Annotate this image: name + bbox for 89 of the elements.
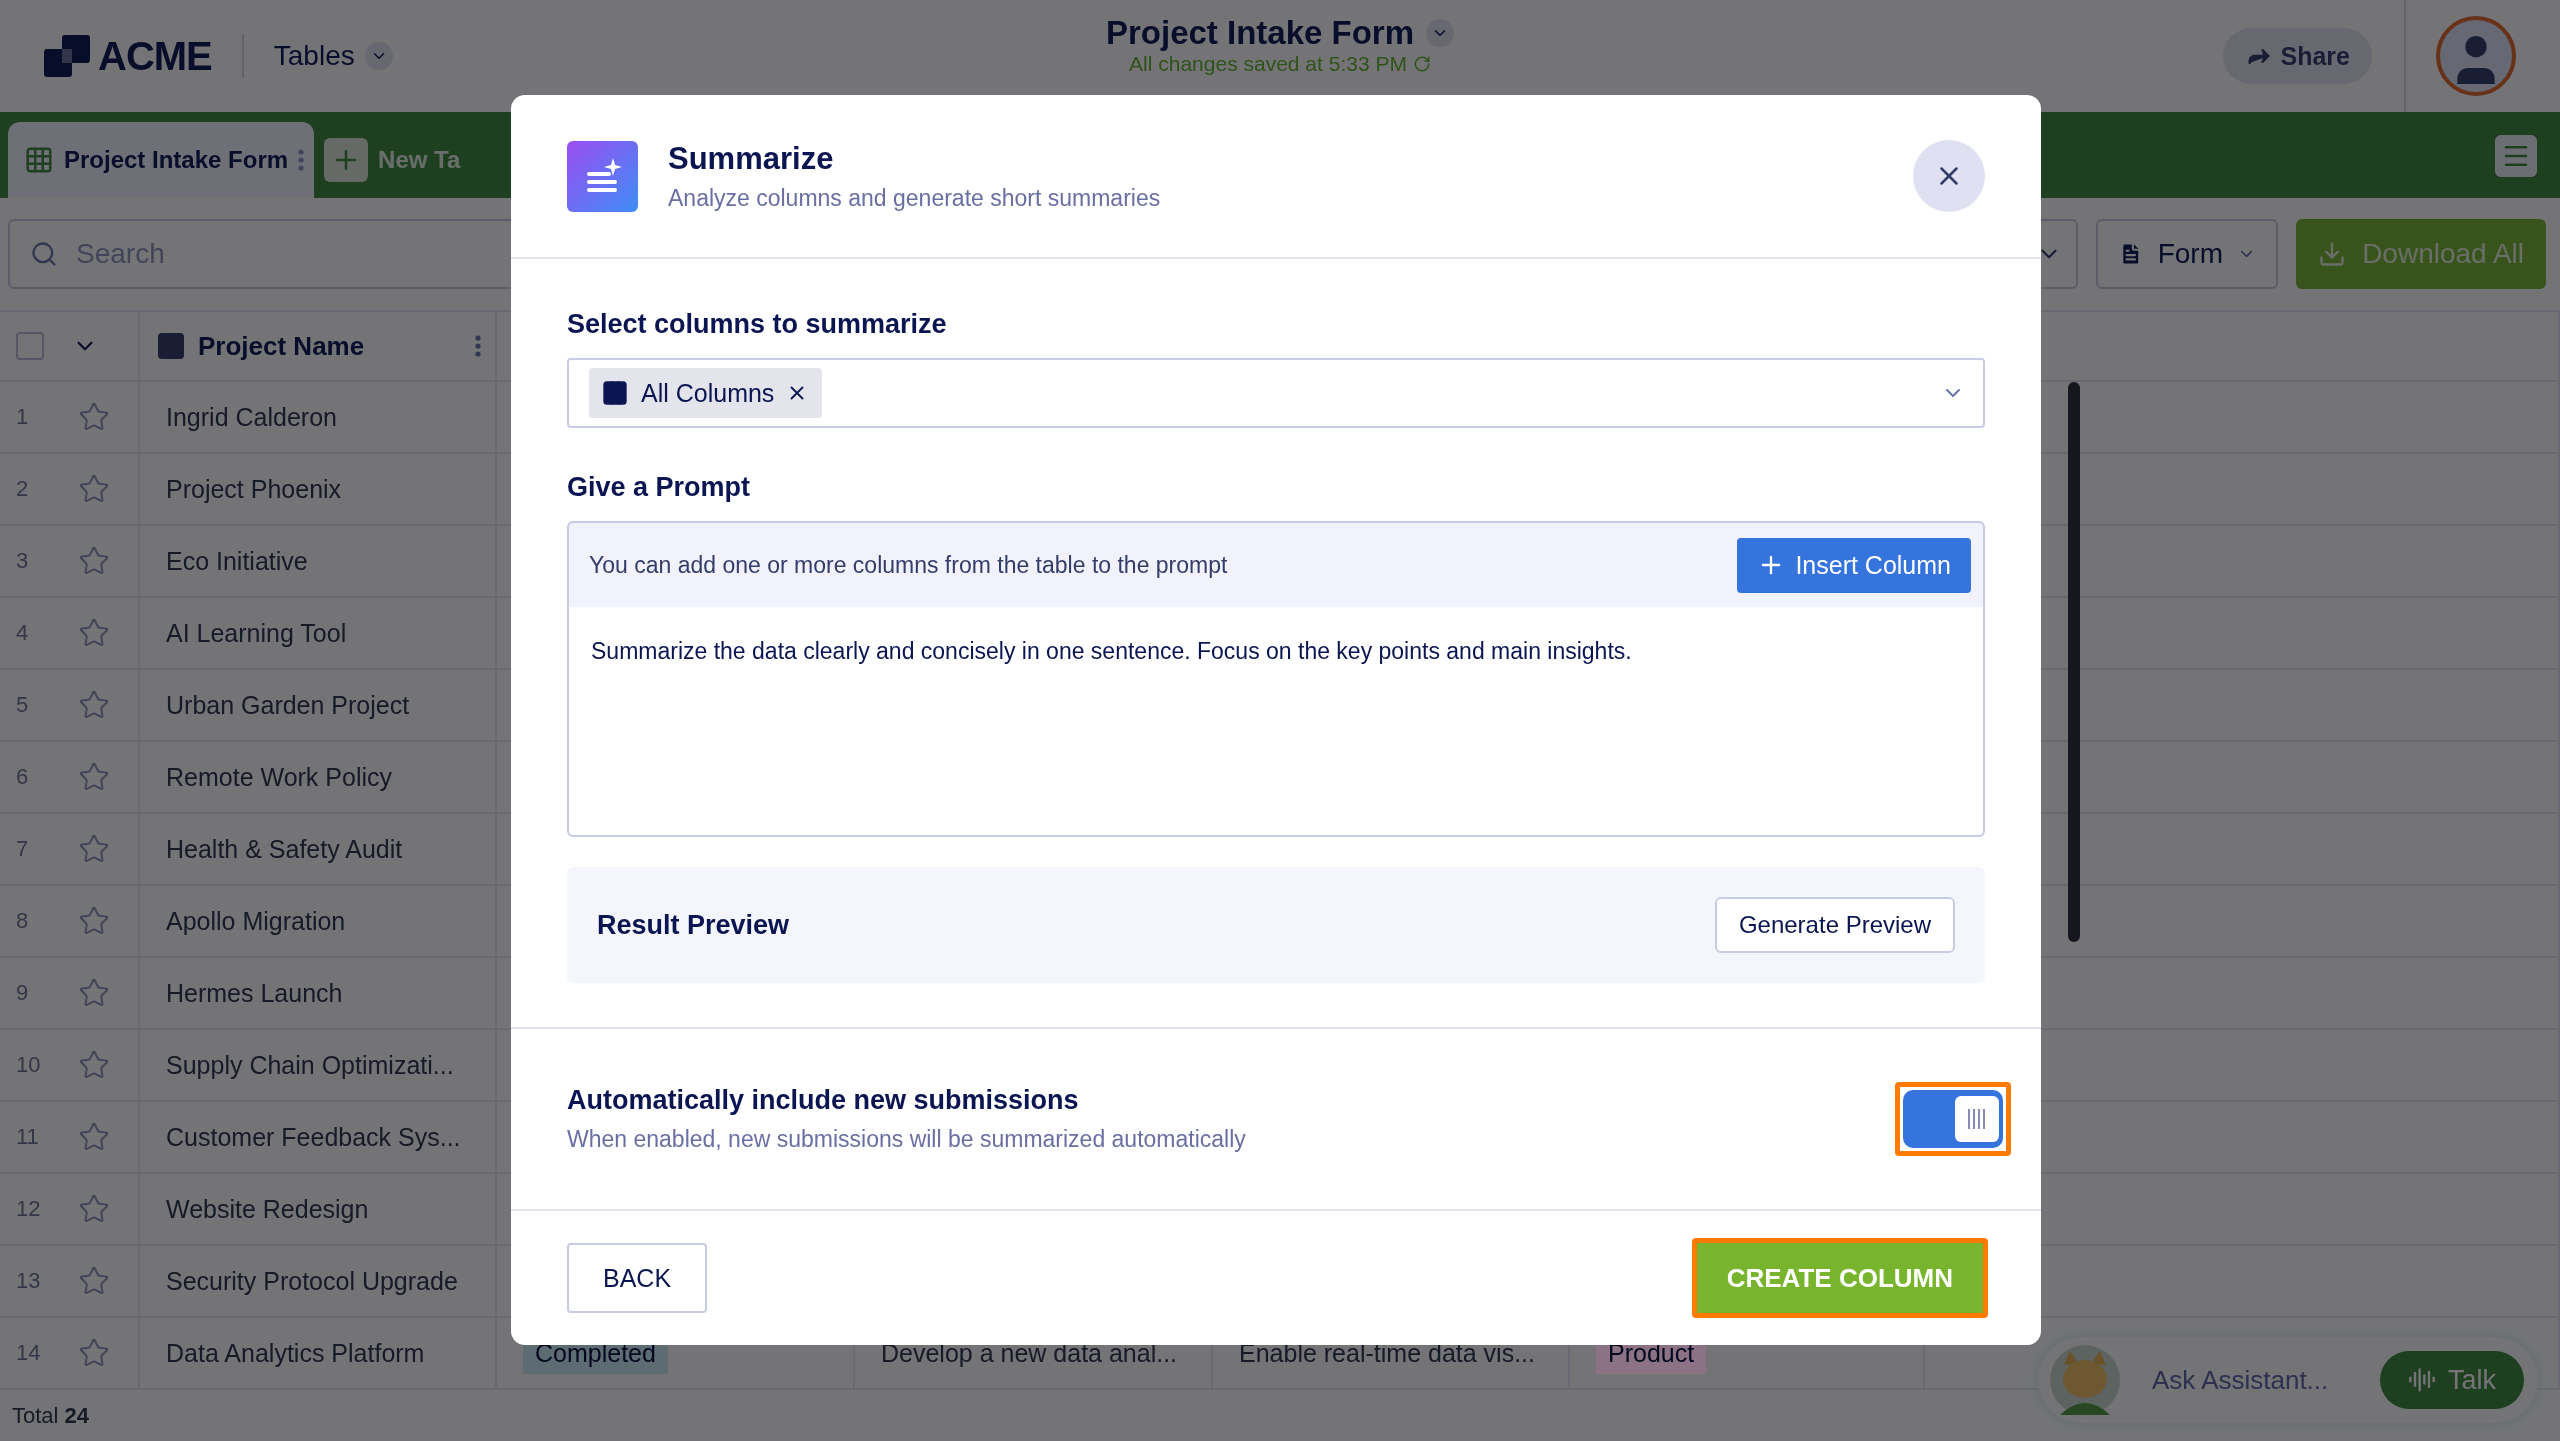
row-number: 13 [16,1268,42,1294]
talk-button[interactable]: Talk [2380,1351,2524,1409]
row-number: 7 [16,836,30,862]
insert-column-button[interactable]: Insert Column [1737,537,1971,593]
option-title: Automatically include new submissions [567,1085,1080,1116]
row-number: 4 [16,620,30,646]
preview-label: Result Preview [597,909,790,941]
project-name: Remote Work Policy [166,762,392,792]
section-label: Give a Prompt [567,472,752,503]
star-icon[interactable] [78,617,110,649]
option-description: When enabled, new submissions will be summarized automatically [567,1126,1246,1153]
project-name: Project Phoenix [166,474,342,504]
cat-avatar [2050,1345,2120,1415]
star-icon[interactable] [78,977,110,1009]
dialog-subtitle: Analyze columns and generate short summaries [668,184,1162,212]
row-number: 9 [16,980,30,1006]
star-icon[interactable] [78,833,110,865]
select-all-checkbox[interactable] [16,332,44,360]
generate-preview-button[interactable]: Generate Preview [1714,897,1955,953]
row-number: 10 [16,1052,42,1078]
star-icon[interactable] [78,761,110,793]
project-name: Supply Chain Optimizati... [166,1050,454,1080]
column-header[interactable]: Project Name [198,330,461,362]
star-icon[interactable] [78,1049,110,1081]
summarize-icon [567,140,638,212]
star-icon[interactable] [78,905,110,937]
project-name: AI Learning Tool [166,618,347,648]
row-number: 14 [16,1340,42,1366]
tab[interactable]: Project Intake Form [8,122,315,198]
star-icon[interactable] [78,1265,110,1297]
prompt-field[interactable]: Summarize the data clearly and concisely in one sentence. Focus on the key points and main insights. [567,607,1985,837]
dialog-title: Summarize [668,140,835,177]
project-name: Customer Feedback Sys... [166,1122,461,1152]
row-number: 6 [16,764,30,790]
refresh-icon [1412,55,1431,73]
create-column-button[interactable]: CREATE COLUMN [1691,1238,1988,1318]
project-name: Hermes Launch [166,978,343,1008]
star-icon[interactable] [78,473,110,505]
share-button[interactable]: Share [2222,28,2372,84]
tables-menu[interactable]: Tables [273,40,393,72]
star-icon[interactable] [78,1337,110,1369]
form-title: Project Intake Form [1105,14,1415,52]
row-number: 5 [16,692,30,718]
star-icon[interactable] [78,545,110,577]
project-name: Security Protocol Upgrade [166,1266,458,1296]
project-name: Data Analytics Platform [166,1338,425,1368]
prompt-hint: You can add one or more columns from the table to the prompt [589,551,1228,579]
row-number: 1 [16,404,30,430]
save-status: All changes saved at 5:33 PM [1129,52,1407,76]
menu-button[interactable] [2495,135,2537,177]
row-number: 8 [16,908,30,934]
table-cell: Develop a new data anal... [881,1338,1178,1368]
chevron-icon [364,42,393,70]
logo-icon [44,35,90,77]
row-number: 2 [16,476,30,502]
project-name: Website Redesign [166,1194,369,1224]
row-number: 12 [16,1196,42,1222]
auto-include-toggle[interactable] [1895,1082,2011,1156]
form-dropdown[interactable]: Form [2096,219,2279,289]
new-tab-button[interactable]: New Ta [324,122,461,198]
table-cell: Enable real-time data vis... [1239,1338,1535,1368]
scrollbar[interactable] [2068,382,2080,942]
plus-icon [324,138,369,182]
row-number: 11 [16,1124,40,1150]
star-icon[interactable] [78,1121,110,1153]
section-label: Select columns to summarize [567,309,948,340]
toggle-knob [1955,1096,1999,1142]
chip-label: All Columns [641,378,775,408]
row-number: 3 [16,548,30,574]
more-icon [298,149,305,171]
logo-text: ACME [98,33,212,79]
ask-assistant-field[interactable]: Ask Assistant... [2150,1363,2350,1397]
project-name: Ingrid Calderon [166,402,337,432]
audio-icon [2408,1366,2436,1394]
grid-icon [24,145,54,175]
star-icon[interactable] [78,689,110,721]
project-name: Health & Safety Audit [166,834,403,864]
download-icon [2318,240,2347,268]
back-button[interactable]: BACK [567,1243,708,1313]
star-icon[interactable] [78,401,110,433]
chevron-icon[interactable] [1426,19,1455,47]
columns-select[interactable]: All Columns [567,358,1985,428]
project-name: Apollo Migration [166,906,346,936]
search-icon [30,240,58,268]
more-icon [475,335,481,357]
star-icon[interactable] [78,1193,110,1225]
project-name: Eco Initiative [166,546,308,576]
total-count: Total 24 [12,1402,90,1429]
project-name: Urban Garden Project [166,690,410,720]
